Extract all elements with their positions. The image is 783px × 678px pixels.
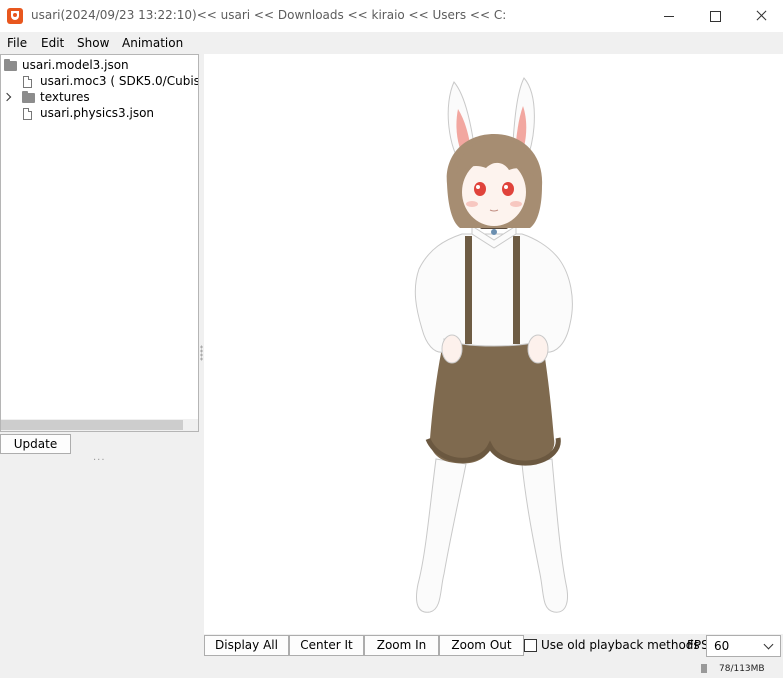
zoom-in-button[interactable]: Zoom In (364, 635, 439, 656)
file-icon (23, 76, 32, 88)
fps-value: 60 (714, 639, 730, 653)
tree-item-model[interactable]: usari.model3.json (1, 58, 198, 74)
menu-show[interactable]: Show (77, 36, 109, 50)
vertical-splitter-grip-icon[interactable] (200, 345, 203, 361)
memory-usage: 78/113MB (719, 664, 765, 674)
file-icon (23, 108, 32, 120)
old-playback-checkbox[interactable] (524, 639, 537, 652)
tree-item-moc3[interactable]: usari.moc3 ( SDK5.0/Cubism5. (1, 74, 198, 90)
tree-item-physics[interactable]: usari.physics3.json (1, 106, 198, 122)
tree-item-label: usari.moc3 ( SDK5.0/Cubism5. (40, 74, 198, 88)
zoom-out-button[interactable]: Zoom Out (439, 635, 524, 656)
menu-animation[interactable]: Animation (122, 36, 183, 50)
tree-item-textures[interactable]: textures (1, 90, 198, 106)
display-all-button[interactable]: Display All (204, 635, 289, 656)
chevron-down-icon (763, 639, 774, 650)
folder-icon (4, 59, 17, 71)
app-window: usari(2024/09/23 13:22:10)<< usari << Do… (0, 0, 783, 678)
menu-edit[interactable]: Edit (41, 36, 64, 50)
maximize-button[interactable] (692, 0, 738, 32)
old-playback-label: Use old playback methods (541, 638, 700, 652)
splitter-grip-icon[interactable]: ··· (93, 455, 106, 466)
fps-dropdown[interactable]: 60 (706, 635, 781, 657)
title-bar: usari(2024/09/23 13:22:10)<< usari << Do… (0, 0, 783, 32)
app-logo-icon (7, 8, 23, 24)
memory-icon (701, 664, 707, 673)
menu-file[interactable]: File (7, 36, 27, 50)
close-button[interactable] (738, 0, 783, 32)
minimize-button[interactable] (646, 0, 692, 32)
folder-icon (22, 91, 35, 103)
tree-item-label: usari.physics3.json (40, 106, 155, 120)
character-model (414, 77, 573, 613)
scrollbar-thumb[interactable] (1, 420, 183, 430)
file-tree: usari.model3.json usari.moc3 ( SDK5.0/Cu… (0, 54, 199, 432)
update-button[interactable]: Update (0, 434, 71, 454)
window-title: usari(2024/09/23 13:22:10)<< usari << Do… (31, 8, 507, 22)
tree-item-label: textures (40, 90, 90, 104)
tree-item-label: usari.model3.json (22, 58, 129, 72)
tree-horizontal-scrollbar[interactable] (1, 419, 198, 431)
center-it-button[interactable]: Center It (289, 635, 364, 656)
chevron-right-icon[interactable] (2, 92, 12, 102)
model-viewport[interactable] (204, 54, 783, 634)
status-bar (0, 659, 783, 678)
menu-bar: File Edit Show Animation (0, 33, 783, 53)
